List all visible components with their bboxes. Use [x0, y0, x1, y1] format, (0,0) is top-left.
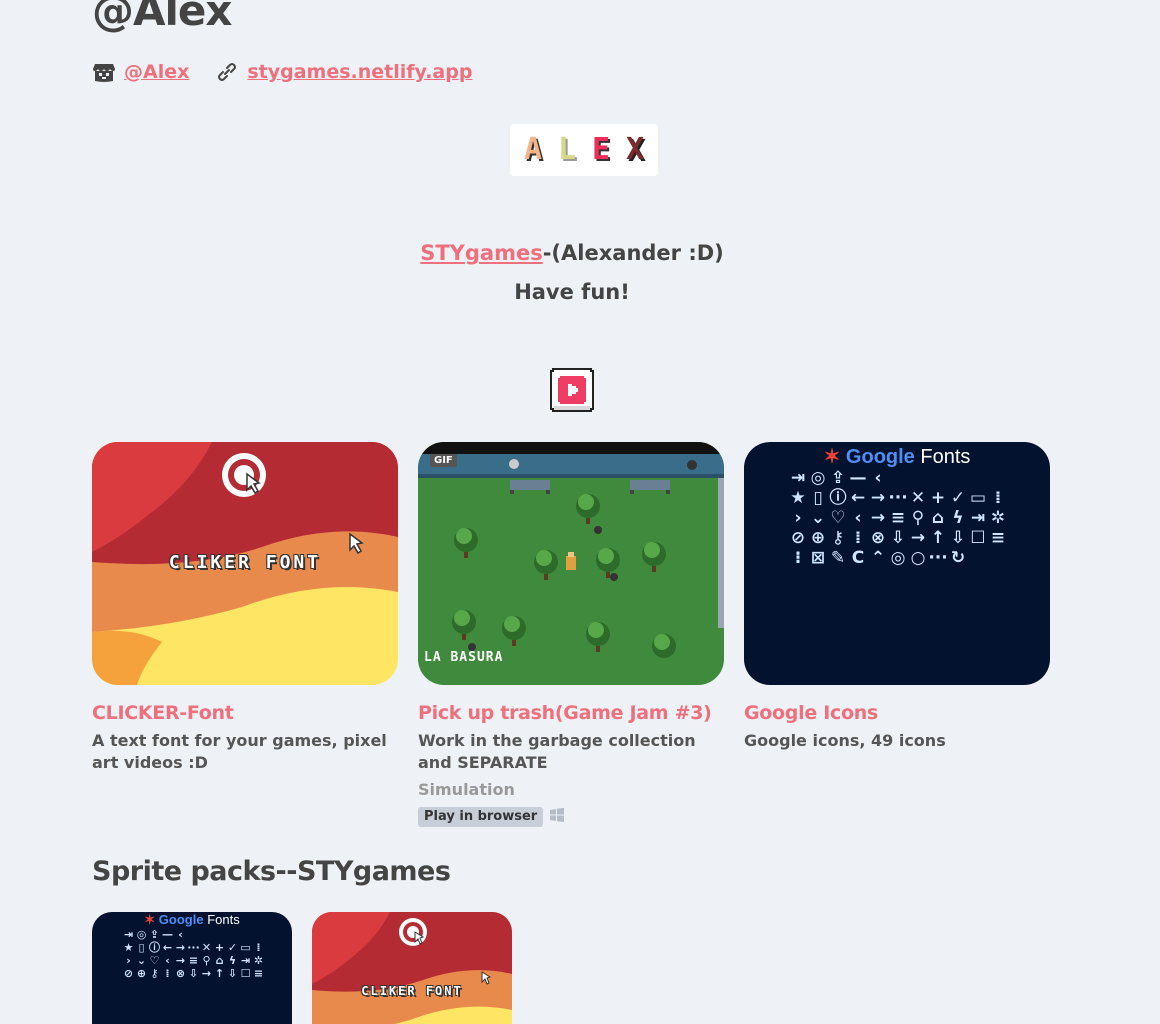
- itch-profile-link[interactable]: @Alex: [124, 61, 189, 83]
- itch-io-icon: [92, 60, 116, 84]
- game-description: A text font for your games, pixel art vi…: [92, 731, 387, 772]
- banner-letter: X: [625, 132, 645, 167]
- game-thumbnail[interactable]: GIF LA BASURA: [418, 442, 724, 685]
- play-in-browser-badge: Play in browser: [418, 807, 544, 827]
- stygames-link[interactable]: STYgames: [420, 241, 542, 265]
- icon-grid: ⇥ ◎ ⇪ — ‹ ★ ▯ ⓘ ← → ··· ✕ + ✓ ▭ ⁞ › ⌄ ♡ ‹ → ≡ ⚲ ⌂ ϟ ⇥ ✲ ⊘ ⊕ ⚷ ⁞ ⊗ ⇩ → ↑…: [123, 928, 264, 980]
- game-description: Google icons, 49 icons: [744, 731, 946, 750]
- thumbnail-text: CLIKER FONT: [361, 984, 463, 998]
- gif-badge: GIF: [430, 454, 457, 467]
- game-thumbnail[interactable]: CLIKER FONT: [92, 442, 398, 685]
- brand-suffix: -(Alexander :D): [542, 241, 724, 265]
- thumbnail-google: Google: [845, 446, 915, 468]
- windows-icon: [549, 807, 565, 827]
- thumbnail-fonts: Fonts: [920, 446, 971, 468]
- game-genre: Simulation: [418, 780, 515, 799]
- website-link[interactable]: stygames.netlify.app: [247, 61, 472, 83]
- sprite-card-google-icons[interactable]: ✶ Google Fonts ⇥ ◎ ⇪ — ‹ ★ ▯ ⓘ ← → ··· ✕ + ✓ ▭ ⁞ › ⌄ ♡ ‹ →…: [92, 912, 292, 1024]
- tagline: Have fun!: [514, 280, 630, 304]
- profile-title: @Alex: [92, 0, 232, 35]
- game-card-clicker-font[interactable]: CLIKER FONT CLICKER-Font A text font for…: [92, 442, 398, 774]
- game-thumbnail[interactable]: ✶ Google Fonts ⇥ ◎ ⇪ — ‹ ★ ▯ ⓘ ← → ··· ✕ + ✓ ▭ ⁞ › ⌄ ♡ ‹ →…: [744, 442, 1050, 685]
- game-card-google-icons[interactable]: ✶ Google Fonts ⇥ ◎ ⇪ — ‹ ★ ▯ ⓘ ← → ··· ✕ + ✓ ▭ ⁞ › ⌄ ♡ ‹ →…: [744, 442, 1050, 752]
- game-platforms: Play in browser: [418, 807, 724, 827]
- profile-about: STYgames-(Alexander :D) Have fun!: [92, 234, 1052, 312]
- section-title: Sprite packs--STYgames: [92, 856, 451, 887]
- thumbnail-fonts: Fonts: [207, 912, 240, 927]
- alex-pixel-banner: A L E X: [510, 124, 658, 176]
- thumbnail-caption: LA BASURA: [424, 650, 504, 665]
- thumbnail-header: ✶ Google Fonts: [823, 446, 971, 468]
- icon-grid: ⇥ ◎ ⇪ — ‹ ★ ▯ ⓘ ← → ··· ✕ + ✓ ▭ ⁞ › ⌄ ♡ ‹ → ≡ ⚲ ⌂ ϟ ⇥ ✲ ⊘ ⊕ ⚷ ⁞ ⊗ ⇩ → ↑…: [790, 468, 1006, 568]
- game-title[interactable]: Google Icons: [744, 701, 1050, 725]
- game-title[interactable]: CLICKER-Font: [92, 701, 398, 725]
- game-card-pick-up-trash[interactable]: GIF LA BASURA Pick up trash(Game Jam #3)…: [418, 442, 724, 827]
- thumbnail-text: CLIKER FONT: [168, 552, 322, 573]
- banner-letter: A: [523, 132, 543, 167]
- banner-letter: L: [557, 132, 577, 167]
- banner-letter: E: [591, 132, 611, 167]
- youtube-icon[interactable]: [548, 366, 596, 414]
- thumbnail-header: ✶ Google Fonts: [144, 912, 240, 927]
- sprite-card-clicker-font[interactable]: CLIKER FONT: [312, 912, 512, 1024]
- game-description: Work in the garbage collection and SEPAR…: [418, 731, 696, 772]
- game-title[interactable]: Pick up trash(Game Jam #3): [418, 701, 724, 725]
- thumbnail-google: Google: [158, 912, 204, 927]
- link-icon: [215, 60, 239, 84]
- profile-links: @Alex stygames.netlify.app: [92, 60, 472, 84]
